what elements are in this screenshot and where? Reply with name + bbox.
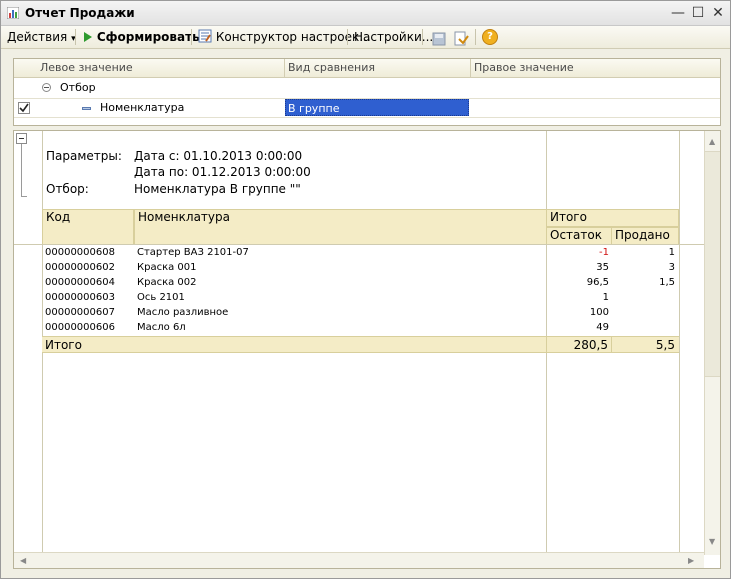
toolbar-divider <box>475 29 476 45</box>
close-button[interactable]: ✕ <box>709 4 727 22</box>
horizontal-scrollbar[interactable]: ◀ ▶ <box>14 552 704 568</box>
generate-label: Сформировать <box>96 30 200 44</box>
row-name: Краска 001 <box>137 262 197 273</box>
header-name: Номенклатура <box>134 209 547 245</box>
header-code: Код <box>42 209 134 245</box>
row-code: 00000000608 <box>45 247 115 258</box>
help-icon[interactable]: ? <box>482 29 498 45</box>
filter-row-compare[interactable]: В группе <box>285 99 469 116</box>
row-name: Ось 2101 <box>137 292 185 303</box>
toolbar: Действия ▾ Сформировать Конструктор наст… <box>1 26 730 49</box>
row-divider <box>14 117 720 118</box>
filter-header-left[interactable]: Левое значение <box>38 59 286 77</box>
scroll-thumb[interactable] <box>705 151 720 377</box>
row-code: 00000000607 <box>45 307 115 318</box>
filter-row-checkbox[interactable] <box>18 102 30 114</box>
scroll-right-icon[interactable]: ▶ <box>688 556 694 565</box>
filter-group-row[interactable]: Отбор <box>14 79 720 97</box>
date-from: Дата с: 01.10.2013 0:00:00 <box>134 149 303 163</box>
title-bar: Отчет Продажи — ☐ ✕ <box>1 1 730 26</box>
filter-table: Левое значение Вид сравнения Правое знач… <box>13 58 721 126</box>
row-balance: 100 <box>589 307 609 318</box>
header-balance: Остаток <box>546 227 612 245</box>
filter-header-right[interactable]: Правое значение <box>474 59 714 77</box>
save-settings-icon[interactable] <box>431 30 447 48</box>
filter-row-left[interactable]: Номенклатура <box>100 99 184 117</box>
report-chart-icon <box>7 7 19 19</box>
row-balance: 1 <box>602 292 609 303</box>
actions-label: Действия <box>7 30 68 44</box>
header-sold: Продано <box>611 227 679 245</box>
constructor-icon <box>198 29 212 43</box>
scroll-down-icon[interactable]: ▼ <box>709 537 715 546</box>
window-title: Отчет Продажи <box>25 6 135 20</box>
row-sold <box>611 305 675 320</box>
toolbar-divider <box>422 29 423 45</box>
filter-header-compare[interactable]: Вид сравнения <box>288 59 468 77</box>
column-divider <box>470 59 471 77</box>
filter-row[interactable]: Номенклатура В группе <box>14 99 720 117</box>
filter-group-label: Отбор <box>60 81 96 94</box>
toolbar-divider <box>191 29 192 45</box>
play-icon <box>84 32 92 42</box>
report-output: Параметры: Дата с: 01.10.2013 0:00:00 Да… <box>13 130 721 569</box>
total-label: Итого <box>42 336 547 353</box>
row-sold: 1,5 <box>659 277 675 288</box>
outline-line <box>21 144 22 196</box>
outline-group <box>16 133 28 203</box>
collapse-group-icon[interactable] <box>16 133 27 144</box>
date-to: Дата по: 01.12.2013 0:00:00 <box>134 165 311 179</box>
filter-value: Номенклатура В группе "" <box>134 182 301 196</box>
maximize-button[interactable]: ☐ <box>689 4 707 22</box>
row-code: 00000000603 <box>45 292 115 303</box>
row-code: 00000000606 <box>45 322 115 333</box>
header-total: Итого <box>546 209 679 227</box>
row-sold: 1 <box>668 247 675 258</box>
minimize-button[interactable]: — <box>669 4 687 22</box>
row-balance: -1 <box>599 247 609 258</box>
settings-constructor-button[interactable]: Конструктор настроек... <box>198 28 371 46</box>
grid-line <box>679 131 680 555</box>
row-name: Краска 002 <box>137 277 197 288</box>
scroll-up-icon[interactable]: ▲ <box>709 137 715 146</box>
column-divider <box>284 59 285 77</box>
row-balance: 96,5 <box>586 277 609 288</box>
row-sold: 3 <box>668 262 675 273</box>
outline-line <box>21 196 27 197</box>
row-sold <box>611 320 675 335</box>
field-icon <box>82 107 91 110</box>
row-name: Масло разливное <box>137 307 229 318</box>
filter-label: Отбор: <box>46 182 89 196</box>
params-label: Параметры: <box>46 149 122 163</box>
actions-menu[interactable]: Действия ▾ <box>7 28 76 46</box>
vertical-scrollbar[interactable]: ▲ ▼ <box>704 131 720 555</box>
total-balance: 280,5 <box>546 336 612 353</box>
report-window: Отчет Продажи — ☐ ✕ Действия ▾ Сформиров… <box>0 0 731 579</box>
row-code: 00000000602 <box>45 262 115 273</box>
scroll-left-icon[interactable]: ◀ <box>20 556 26 565</box>
row-balance: 35 <box>596 262 609 273</box>
row-balance: 49 <box>596 322 609 333</box>
toolbar-divider <box>347 29 348 45</box>
row-code: 00000000604 <box>45 277 115 288</box>
toolbar-divider <box>75 29 76 45</box>
checkmark-icon <box>19 103 29 113</box>
collapse-icon[interactable] <box>42 83 51 92</box>
row-sold <box>611 290 675 305</box>
row-name: Масло 6л <box>137 322 186 333</box>
total-sold: 5,5 <box>611 336 679 353</box>
row-name: Стартер ВАЗ 2101-07 <box>137 247 249 258</box>
restore-settings-icon[interactable] <box>453 30 469 48</box>
generate-button[interactable]: Сформировать <box>83 28 200 46</box>
